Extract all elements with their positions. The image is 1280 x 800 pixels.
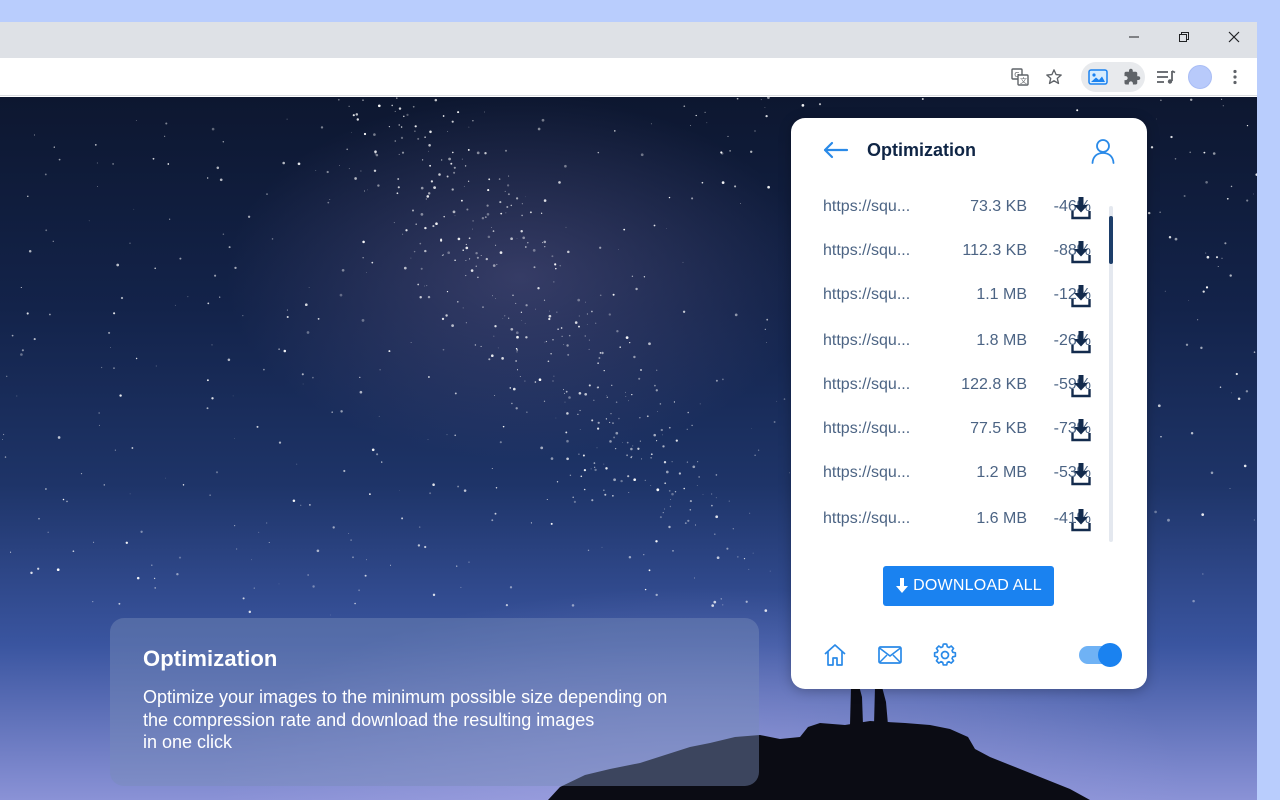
list-item: https://squ... 1.2 MB -53%	[823, 462, 1093, 486]
arrow-left-icon	[823, 141, 849, 159]
image-url[interactable]: https://squ...	[823, 286, 910, 304]
caption-title: Optimization	[143, 646, 278, 671]
download-icon	[1071, 197, 1091, 220]
list-item: https://squ... 1.6 MB -41%	[823, 508, 1093, 532]
extensions-button[interactable]	[1119, 64, 1145, 90]
star-icon	[1046, 69, 1062, 85]
caption-description: Optimize your images to the minimum poss…	[143, 686, 726, 754]
download-button[interactable]	[1071, 330, 1091, 354]
download-icon	[1071, 331, 1091, 354]
close-button[interactable]	[1211, 22, 1257, 52]
restore-icon	[1179, 32, 1189, 42]
reading-list-button[interactable]	[1153, 64, 1179, 90]
download-all-label: DOWNLOAD ALL	[913, 577, 1042, 594]
download-button[interactable]	[1071, 196, 1091, 220]
list-item: https://squ... 112.3 KB -88%	[823, 240, 1093, 264]
optimized-image-list: https://squ... 73.3 KB -46% https://squ... 1…	[791, 196, 1147, 546]
minimize-button[interactable]	[1111, 22, 1157, 52]
download-icon	[1071, 509, 1091, 532]
download-arrow-icon	[896, 578, 909, 593]
home-button[interactable]	[822, 642, 848, 668]
more-menu-button[interactable]	[1222, 64, 1248, 90]
file-size: 77.5 KB	[970, 420, 1027, 437]
download-button[interactable]	[1071, 284, 1091, 308]
image-url[interactable]: https://squ...	[823, 198, 910, 216]
caption-line-1: Optimize your images to the minimum poss…	[143, 687, 668, 707]
download-icon	[1071, 419, 1091, 442]
restore-button[interactable]	[1161, 22, 1207, 52]
file-size: 1.6 MB	[976, 510, 1027, 527]
translate-button[interactable]: G 文	[1007, 64, 1033, 90]
toggle-knob	[1098, 643, 1122, 667]
download-icon	[1071, 463, 1091, 486]
file-size: 73.3 KB	[970, 198, 1027, 215]
browser-window: G 文 Optimization Optimize your images to…	[0, 22, 1257, 800]
download-button[interactable]	[1071, 240, 1091, 264]
download-icon	[1071, 285, 1091, 308]
list-item: https://squ... 1.1 MB -12%	[823, 284, 1093, 308]
list-item: https://squ... 122.8 KB -59%	[823, 374, 1093, 398]
feature-caption-card: Optimization Optimize your images to the…	[110, 618, 759, 786]
profile-avatar[interactable]	[1188, 65, 1212, 89]
settings-icon	[933, 643, 957, 666]
home-icon	[824, 644, 846, 666]
svg-text:文: 文	[1020, 76, 1027, 85]
puzzle-icon	[1124, 68, 1141, 85]
image-url[interactable]: https://squ...	[823, 242, 910, 260]
file-size: 122.8 KB	[961, 376, 1027, 393]
download-button[interactable]	[1071, 508, 1091, 532]
image-url[interactable]: https://squ...	[823, 464, 910, 482]
extension-image-icon	[1088, 69, 1108, 85]
image-url[interactable]: https://squ...	[823, 420, 910, 438]
download-icon	[1071, 241, 1091, 264]
mail-button[interactable]	[877, 642, 903, 668]
back-button[interactable]	[821, 138, 849, 162]
account-button[interactable]	[1090, 137, 1116, 165]
file-size: 1.8 MB	[976, 332, 1027, 349]
file-size: 1.1 MB	[976, 286, 1027, 303]
popup-title: Optimization	[867, 140, 976, 160]
list-item: https://squ... 1.8 MB -26%	[823, 330, 1093, 354]
translate-icon: G 文	[1011, 68, 1029, 86]
extension-popup: Optimization https://squ... 73.3 KB -46% ht…	[791, 118, 1147, 689]
download-button[interactable]	[1071, 374, 1091, 398]
caption-line-3: in one click	[143, 732, 233, 752]
file-size: 1.2 MB	[976, 464, 1027, 481]
title-bar	[0, 22, 1257, 58]
enable-toggle[interactable]	[1079, 643, 1122, 667]
download-button[interactable]	[1071, 462, 1091, 486]
list-item: https://squ... 73.3 KB -46%	[823, 196, 1093, 220]
list-item: https://squ... 77.5 KB -73%	[823, 418, 1093, 442]
download-icon	[1071, 375, 1091, 398]
browser-toolbar: G 文	[0, 58, 1257, 96]
bookmark-star-button[interactable]	[1041, 64, 1067, 90]
mail-icon	[878, 646, 902, 664]
download-all-button[interactable]: DOWNLOAD ALL	[883, 566, 1054, 606]
scrollbar-thumb[interactable]	[1109, 216, 1113, 264]
settings-button[interactable]	[932, 642, 958, 668]
user-icon	[1091, 139, 1115, 164]
close-icon	[1228, 31, 1240, 43]
image-url[interactable]: https://squ...	[823, 332, 910, 350]
reading-list-icon	[1157, 70, 1176, 84]
image-url[interactable]: https://squ...	[823, 510, 910, 528]
minimize-icon	[1129, 36, 1139, 38]
download-button[interactable]	[1071, 418, 1091, 442]
more-icon	[1233, 69, 1237, 85]
image-url[interactable]: https://squ...	[823, 376, 910, 394]
image-extension-button[interactable]	[1085, 64, 1111, 90]
file-size: 112.3 KB	[962, 242, 1027, 259]
caption-line-2: the compression rate and download the re…	[143, 709, 595, 730]
list-scrollbar[interactable]	[1109, 206, 1113, 542]
